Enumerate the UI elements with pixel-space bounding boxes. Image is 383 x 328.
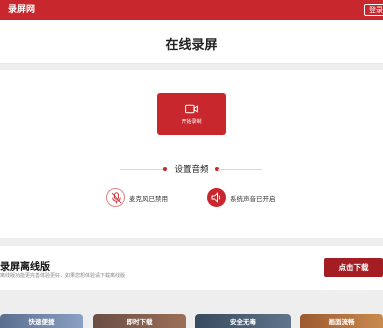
feature-card-instant-download[interactable]: 即时下载 — [93, 314, 186, 328]
start-record-button[interactable]: 开始录制 — [157, 93, 226, 135]
speaker-icon — [211, 192, 221, 203]
title-bar: 在线录屏 — [0, 20, 383, 64]
top-bar: 录屏网 登录 — [0, 0, 383, 20]
recorder-card: 开始录制 设置音频 麦克风已禁用 系统声音已开启 — [0, 70, 383, 238]
feature-card-fast[interactable]: 快速便捷 — [0, 314, 83, 328]
system-audio-status-label: 系统声音已开启 — [230, 195, 276, 203]
promo-description: 离线版功能更完善体验更好，如果您想体验请下载离线版 — [0, 273, 126, 279]
divider-right — [218, 169, 262, 170]
page-title: 在线录屏 — [165, 38, 218, 53]
download-button[interactable]: 点击下载 — [324, 258, 383, 277]
offline-promo: 录屏离线版 离线版功能更完善体验更好，如果您想体验请下载离线版 点击下载 — [0, 246, 383, 290]
audio-settings-title: 设置音频 — [174, 165, 209, 175]
system-audio-toggle-button[interactable] — [207, 188, 226, 207]
mic-muted-icon — [111, 192, 122, 204]
video-camera-icon — [185, 104, 198, 114]
promo-title: 录屏离线版 — [0, 262, 50, 273]
mic-toggle-button[interactable] — [106, 188, 125, 207]
feature-card-safe[interactable]: 安全无毒 — [195, 314, 291, 328]
login-button[interactable]: 登录 — [364, 4, 383, 16]
feature-card-smooth[interactable]: 画面流畅 — [300, 314, 383, 328]
start-record-label: 开始录制 — [181, 119, 202, 125]
brand-logo[interactable]: 录屏网 — [8, 3, 35, 17]
mic-status-label: 麦克风已禁用 — [129, 195, 168, 203]
